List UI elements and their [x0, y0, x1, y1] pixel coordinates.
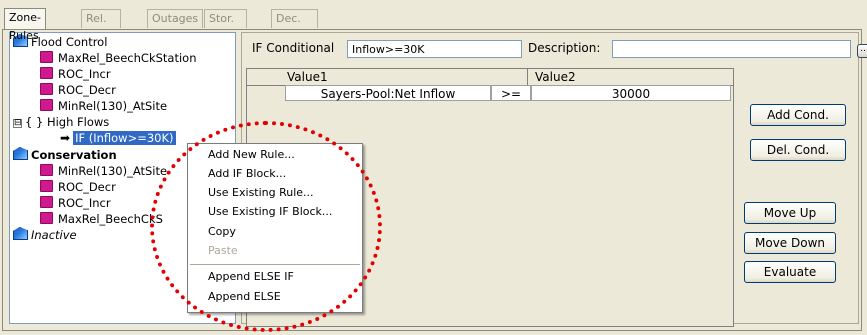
- description-input[interactable]: [612, 40, 851, 58]
- rule-icon: [40, 212, 53, 224]
- tab-outages[interactable]: Outages: [147, 9, 204, 28]
- tree-node-conservation[interactable]: Conservation: [13, 147, 117, 163]
- description-ellipsis-button[interactable]: ...: [857, 44, 867, 58]
- tab-dec-sched[interactable]: Dec. Sched.: [271, 9, 319, 43]
- menu-separator: [190, 264, 360, 265]
- tree-node-rule[interactable]: ROC_Incr: [40, 195, 111, 211]
- description-label: Description:: [528, 41, 601, 55]
- add-cond-button[interactable]: Add Cond.: [750, 104, 846, 126]
- tab-stor-credit[interactable]: Stor. Credit: [204, 9, 248, 43]
- rule-icon: [40, 164, 53, 176]
- zone-icon: [13, 147, 28, 160]
- grid-header-value2[interactable]: Value2: [535, 69, 725, 86]
- menu-item-add-if-block[interactable]: Add IF Block...: [208, 165, 286, 183]
- menu-item-copy[interactable]: Copy: [208, 223, 236, 241]
- if-conditional-label: IF Conditional: [252, 41, 335, 55]
- move-up-button[interactable]: Move Up: [744, 202, 836, 224]
- menu-item-use-existing-if-block[interactable]: Use Existing IF Block...: [208, 203, 332, 221]
- move-down-button[interactable]: Move Down: [744, 232, 836, 254]
- tab-rel-alloc[interactable]: Rel. Alloc.: [81, 9, 121, 43]
- grid-cell-value1[interactable]: Sayers-Pool:Net Inflow: [285, 85, 491, 101]
- rule-icon: [40, 180, 53, 192]
- tree-node-high-flows[interactable]: ⊟{ } High Flows: [13, 114, 109, 130]
- context-menu: Add New Rule... Add IF Block... Use Exis…: [187, 143, 363, 313]
- tree-node-rule[interactable]: MaxRel_BeechCkS: [40, 211, 163, 227]
- tree-node-rule[interactable]: MinRel(130)_AtSite: [40, 163, 167, 179]
- rule-icon: [40, 196, 53, 208]
- tree-node-rule[interactable]: ROC_Incr: [40, 66, 111, 82]
- grid-cell-operator[interactable]: >=: [491, 85, 531, 101]
- menu-item-add-new-rule[interactable]: Add New Rule...: [208, 146, 295, 164]
- menu-item-append-else-if[interactable]: Append ELSE IF: [208, 268, 294, 286]
- evaluate-button[interactable]: Evaluate: [744, 261, 836, 283]
- tree-node-rule[interactable]: ROC_Decr: [40, 82, 116, 98]
- tree-node-rule[interactable]: MaxRel_BeechCkStation: [40, 50, 197, 66]
- del-cond-button[interactable]: Del. Cond.: [750, 139, 846, 161]
- menu-item-use-existing-rule[interactable]: Use Existing Rule...: [208, 184, 314, 202]
- tree-node-rule[interactable]: MinRel(130)_AtSite: [40, 98, 167, 114]
- rule-icon: [40, 83, 53, 95]
- if-conditional-input[interactable]: Inflow>=30K: [347, 40, 522, 58]
- rule-icon: [40, 67, 53, 79]
- collapse-icon[interactable]: ⊟: [13, 119, 22, 128]
- rule-icon: [40, 51, 53, 63]
- tree-node-rule[interactable]: ROC_Decr: [40, 179, 116, 195]
- tree-node-inactive[interactable]: Inactive: [13, 227, 77, 243]
- tab-zone-rules[interactable]: Zone-Rules: [4, 8, 46, 42]
- rule-icon: [40, 99, 53, 111]
- grid-header-value1[interactable]: Value1: [287, 69, 528, 86]
- menu-item-append-else[interactable]: Append ELSE: [208, 288, 281, 306]
- zone-rules-window: Zone-Rules Rel. Alloc. Outages Stor. Cre…: [0, 0, 867, 335]
- grid-cell-value2[interactable]: 30000: [531, 85, 731, 101]
- tree-node-if-block[interactable]: ➡ IF (Inflow>=30K): [60, 130, 176, 146]
- menu-item-paste: Paste: [208, 244, 238, 257]
- zone-icon: [13, 227, 28, 240]
- arrow-right-icon: ➡: [60, 131, 71, 145]
- selected-if-label: IF (Inflow>=30K): [73, 131, 176, 145]
